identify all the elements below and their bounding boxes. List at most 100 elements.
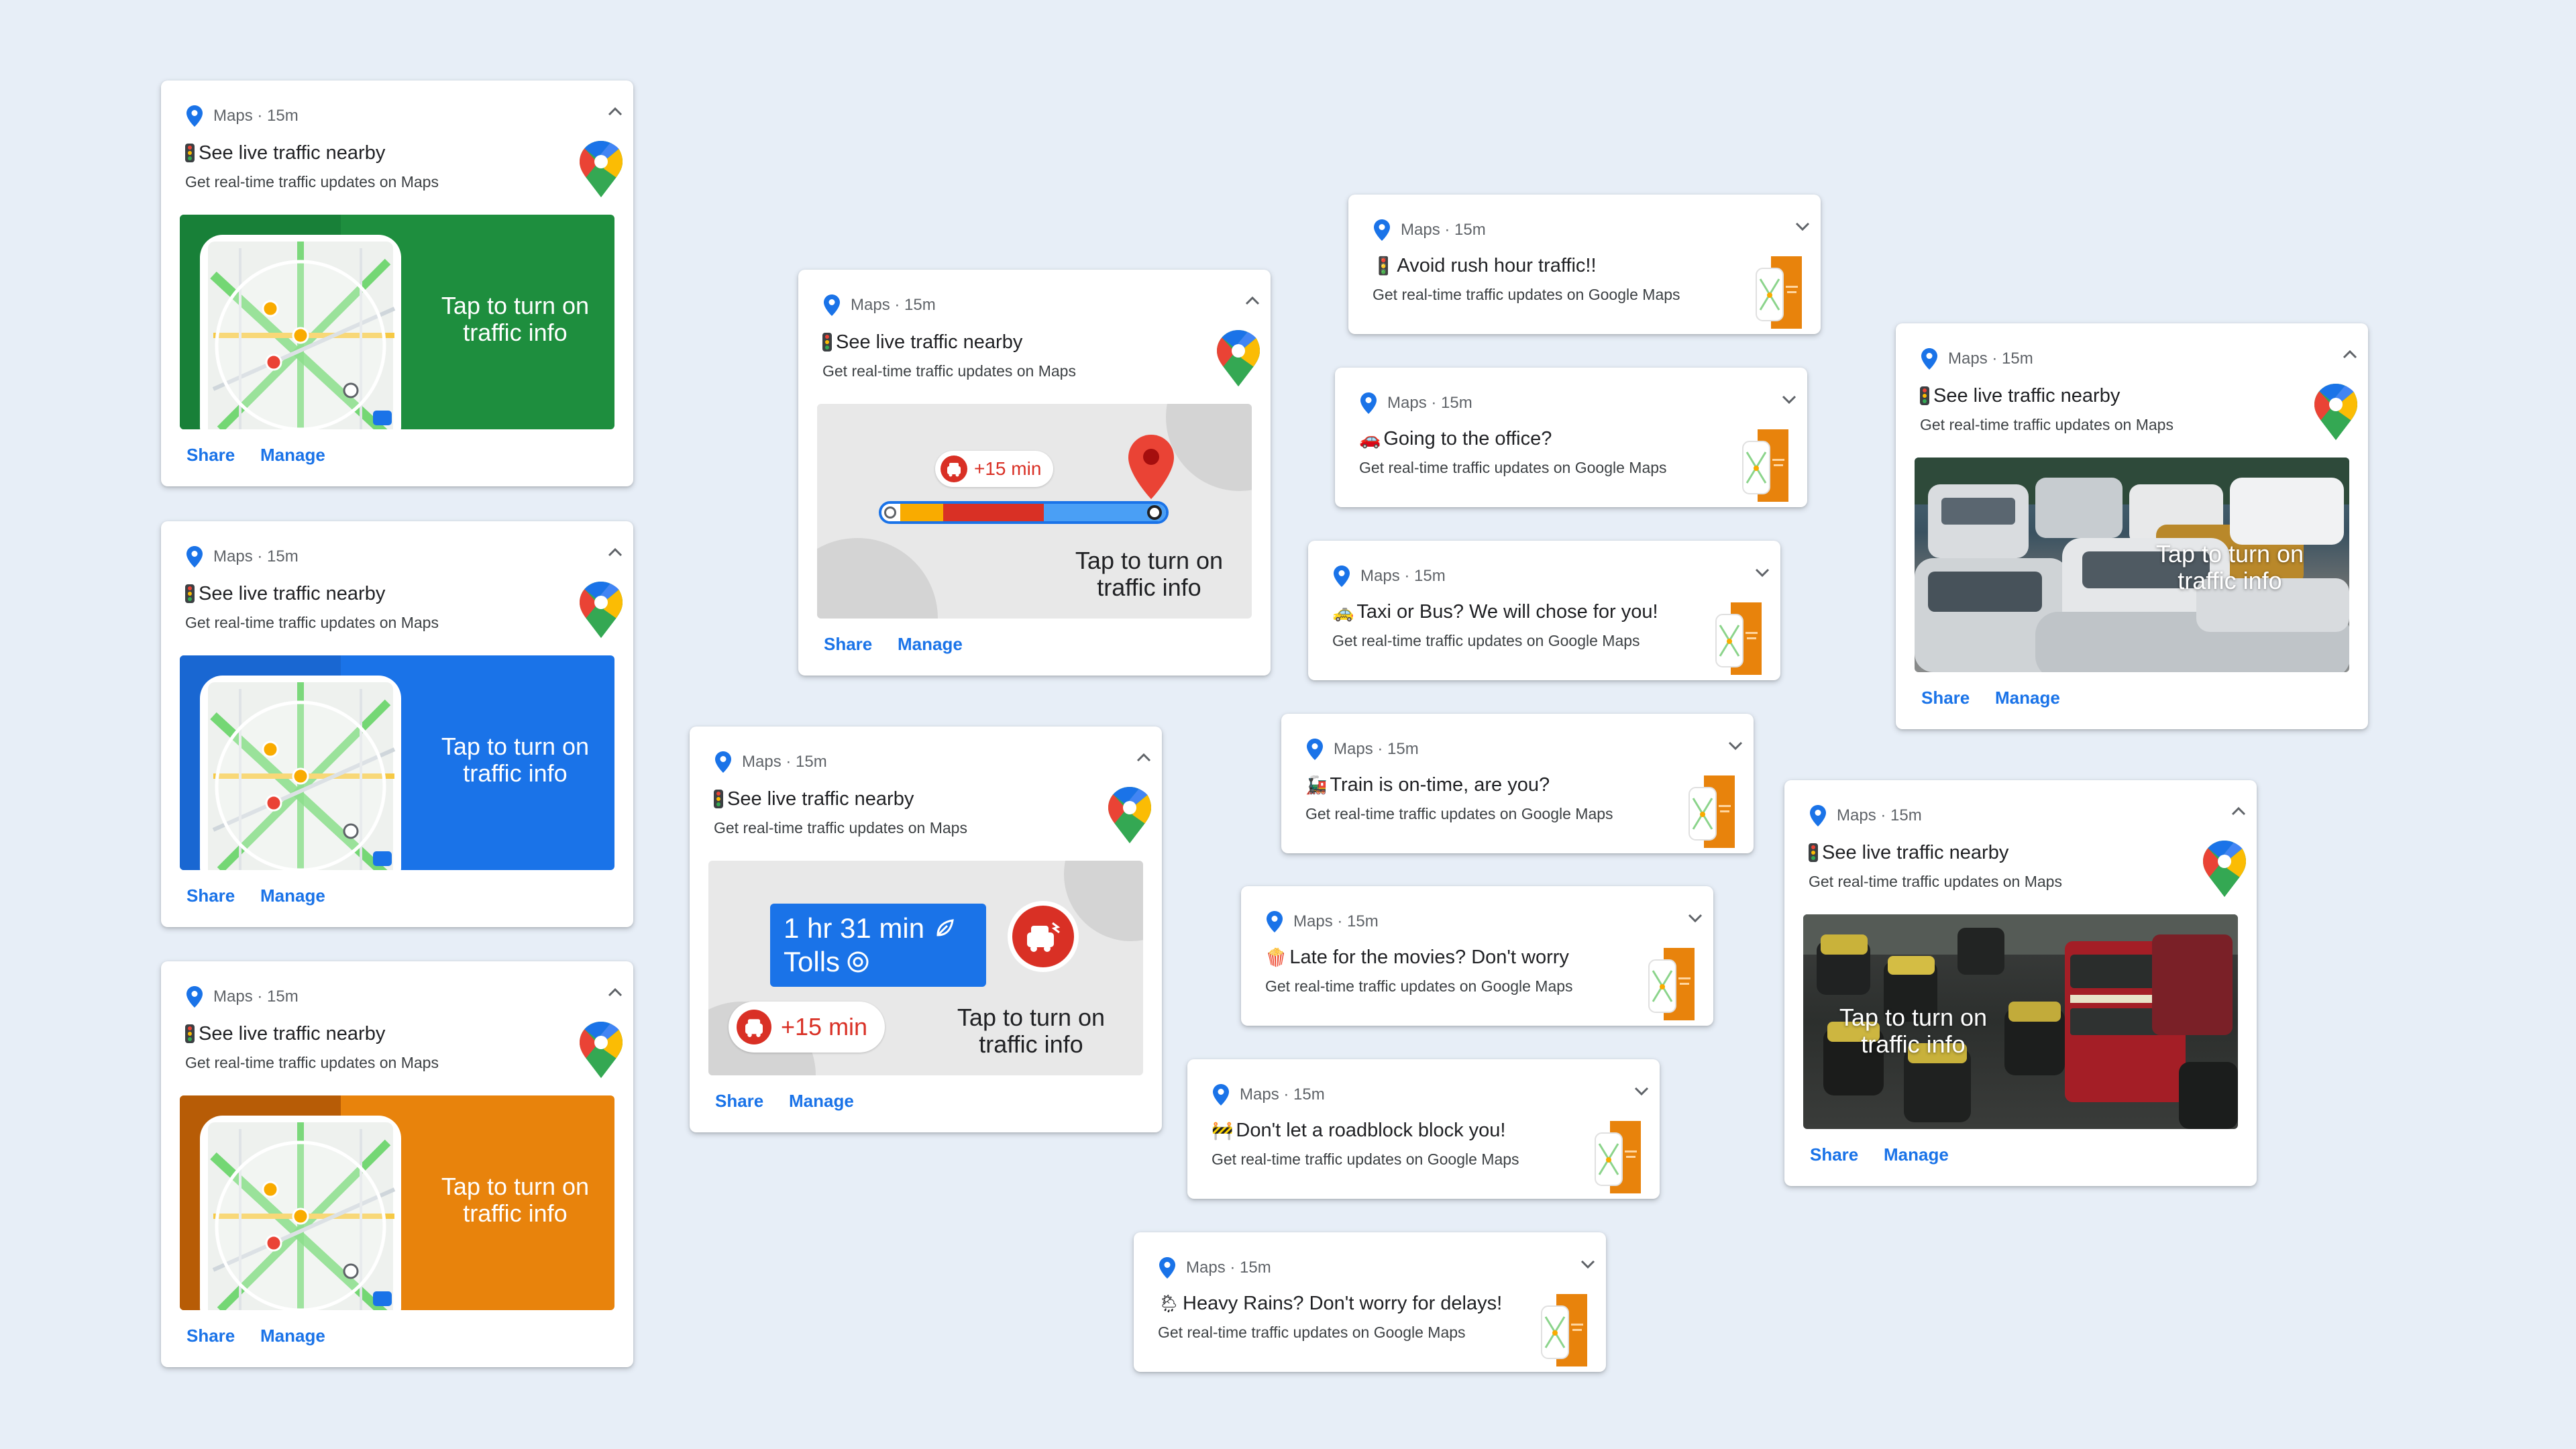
- eta-card: 1 hr 31 min Tolls: [770, 904, 986, 987]
- manage-button[interactable]: Manage: [898, 634, 963, 655]
- traffic-light-icon: [185, 1024, 195, 1043]
- eta-line: 1 hr 31 min: [784, 912, 973, 945]
- notification-card-map-blue[interactable]: Maps · 15m See live traffic nearby Get r…: [161, 521, 633, 927]
- chevron-up-icon[interactable]: [606, 103, 624, 121]
- maps-pin-icon: [1213, 1084, 1229, 1106]
- share-button[interactable]: Share: [1810, 1144, 1858, 1165]
- app-meta: Maps · 15m: [1387, 394, 1472, 412]
- notification-title: 🍿 Late for the movies? Don't worry: [1265, 947, 1569, 968]
- manage-button[interactable]: Manage: [789, 1091, 854, 1112]
- chevron-down-icon[interactable]: [1579, 1255, 1597, 1273]
- maps-pin-icon: [1159, 1257, 1175, 1279]
- notification-card-route-bar[interactable]: Maps · 15m See live traffic nearby Get r…: [798, 270, 1271, 676]
- traffic-light-icon: [1920, 386, 1929, 405]
- google-maps-logo-icon: [2203, 841, 2246, 897]
- map-preview-image: [200, 235, 401, 429]
- hero-cta-text: Tap to turn on traffic info: [2155, 540, 2304, 594]
- maps-pin-icon: [1307, 739, 1323, 760]
- manage-button[interactable]: Manage: [1884, 1144, 1949, 1165]
- hero-image[interactable]: Tap to turn on traffic info: [180, 655, 614, 870]
- manage-button[interactable]: Manage: [260, 1326, 325, 1346]
- hero-cta-text: Tap to turn on traffic info: [1075, 547, 1224, 601]
- share-button[interactable]: Share: [715, 1091, 763, 1112]
- traffic-light-icon: [185, 584, 195, 603]
- chevron-down-icon[interactable]: [1633, 1082, 1650, 1099]
- notification-card-map-orange[interactable]: Maps · 15m See live traffic nearby Get r…: [161, 961, 633, 1367]
- chevron-down-icon[interactable]: [1794, 217, 1811, 235]
- share-button[interactable]: Share: [186, 885, 235, 906]
- notification-card-photo-cars[interactable]: Maps · 15m See live traffic nearby Get r…: [1896, 323, 2368, 729]
- title-emoji: 🌦: [1158, 1293, 1181, 1313]
- tolls-label: Tolls: [784, 946, 841, 977]
- hero-cta-text: Tap to turn on traffic info: [957, 1004, 1106, 1058]
- notification-subtitle: Get real-time traffic updates on Google …: [1359, 459, 1667, 476]
- notification-header: Maps · 15m: [186, 545, 299, 568]
- maps-pin-icon: [186, 546, 203, 568]
- maps-pin-icon: [1810, 805, 1826, 826]
- app-meta: Maps · 15m: [1360, 567, 1446, 585]
- notification-header: Maps · 15m: [1307, 738, 1419, 761]
- share-button[interactable]: Share: [186, 445, 235, 466]
- delay-badge: +15 min: [729, 1002, 885, 1053]
- manage-button[interactable]: Manage: [1995, 688, 2060, 708]
- hero-image[interactable]: Tap to turn on traffic info: [1915, 458, 2349, 672]
- share-button[interactable]: Share: [186, 1326, 235, 1346]
- app-meta: Maps · 15m: [1240, 1085, 1325, 1104]
- app-meta: Maps · 15m: [1293, 912, 1379, 930]
- share-button[interactable]: Share: [1921, 688, 1970, 708]
- notification-title: See live traffic nearby: [185, 1023, 385, 1045]
- app-meta: Maps · 15m: [1334, 740, 1419, 758]
- notification-card-map-green[interactable]: Maps · 15m See live traffic nearby Get r…: [161, 80, 633, 486]
- notification-card-eta-tolls[interactable]: Maps · 15m See live traffic nearby Get r…: [690, 727, 1162, 1132]
- route-end-dot: [1147, 505, 1162, 520]
- share-button[interactable]: Share: [824, 634, 872, 655]
- chevron-down-icon[interactable]: [1754, 564, 1771, 581]
- notification-card-collapsed[interactable]: Maps · 15m 🍿 Late for the movies? Don't w…: [1241, 886, 1713, 1026]
- hero-image[interactable]: Tap to turn on traffic info: [180, 1095, 614, 1310]
- chevron-down-icon[interactable]: [1727, 737, 1744, 754]
- hero-image[interactable]: Tap to turn on traffic info: [180, 215, 614, 429]
- notification-header: Maps · 15m: [1267, 910, 1379, 933]
- chevron-up-icon[interactable]: [1135, 749, 1152, 767]
- notification-subtitle: Get real-time traffic updates on Google …: [1158, 1324, 1466, 1341]
- hero-decor-circle: [1166, 404, 1252, 491]
- manage-button[interactable]: Manage: [260, 445, 325, 466]
- notification-card-collapsed[interactable]: Maps · 15m 🚦 Avoid rush hour traffic!! Ge…: [1348, 195, 1821, 334]
- chevron-down-icon[interactable]: [1686, 909, 1704, 926]
- chevron-up-icon[interactable]: [1244, 292, 1261, 310]
- chevron-up-icon[interactable]: [606, 984, 624, 1002]
- notification-header: Maps · 15m: [1334, 565, 1446, 588]
- hero-cta-text: Tap to turn on traffic info: [441, 733, 590, 787]
- notification-card-collapsed[interactable]: Maps · 15m 🚗 Going to the office? Get rea…: [1335, 368, 1807, 507]
- notification-card-collapsed[interactable]: Maps · 15m 🌦 Heavy Rains? Don't worry for…: [1134, 1232, 1606, 1372]
- notification-header: Maps · 15m: [1213, 1083, 1325, 1106]
- chevron-up-icon[interactable]: [606, 544, 624, 561]
- hero-image[interactable]: 1 hr 31 min Tolls +15 min Tap to turn on…: [708, 861, 1143, 1075]
- notification-title: See live traffic nearby: [185, 142, 385, 164]
- route-progress-bar: [879, 501, 1169, 524]
- app-meta: Maps · 15m: [1186, 1258, 1271, 1277]
- maps-pin-icon: [1267, 911, 1283, 932]
- app-meta: Maps · 15m: [851, 296, 936, 314]
- notification-card-collapsed[interactable]: Maps · 15m 🚧 Don't let a roadblock block …: [1187, 1059, 1660, 1199]
- chevron-down-icon[interactable]: [1780, 390, 1798, 408]
- traffic-light-icon: [1809, 843, 1818, 862]
- hero-image[interactable]: +15 min Tap to turn on traffic info: [817, 404, 1252, 619]
- google-maps-logo-icon: [1217, 330, 1260, 386]
- notification-card-photo-bus[interactable]: Maps · 15m See live traffic nearby Get r…: [1784, 780, 2257, 1186]
- notification-card-collapsed[interactable]: Maps · 15m 🚂 Train is on-time, are you? G…: [1281, 714, 1754, 853]
- title-emoji: 🚧: [1212, 1120, 1234, 1140]
- notification-subtitle: Get real-time traffic updates on Maps: [822, 362, 1076, 380]
- chevron-up-icon[interactable]: [2341, 346, 2359, 364]
- google-maps-logo-icon: [580, 582, 623, 638]
- notification-title: See live traffic nearby: [1920, 385, 2120, 407]
- notification-subtitle: Get real-time traffic updates on Google …: [1373, 286, 1680, 303]
- destination-pin-icon: [1128, 435, 1174, 499]
- thumbnail-image: [1713, 602, 1762, 675]
- thumbnail-image: [1593, 1121, 1641, 1193]
- maps-pin-icon: [186, 105, 203, 127]
- hero-image[interactable]: Tap to turn on traffic info: [1803, 914, 2238, 1129]
- chevron-up-icon[interactable]: [2230, 803, 2247, 820]
- manage-button[interactable]: Manage: [260, 885, 325, 906]
- notification-card-collapsed[interactable]: Maps · 15m 🚕 Taxi or Bus? We will chose f…: [1308, 541, 1780, 680]
